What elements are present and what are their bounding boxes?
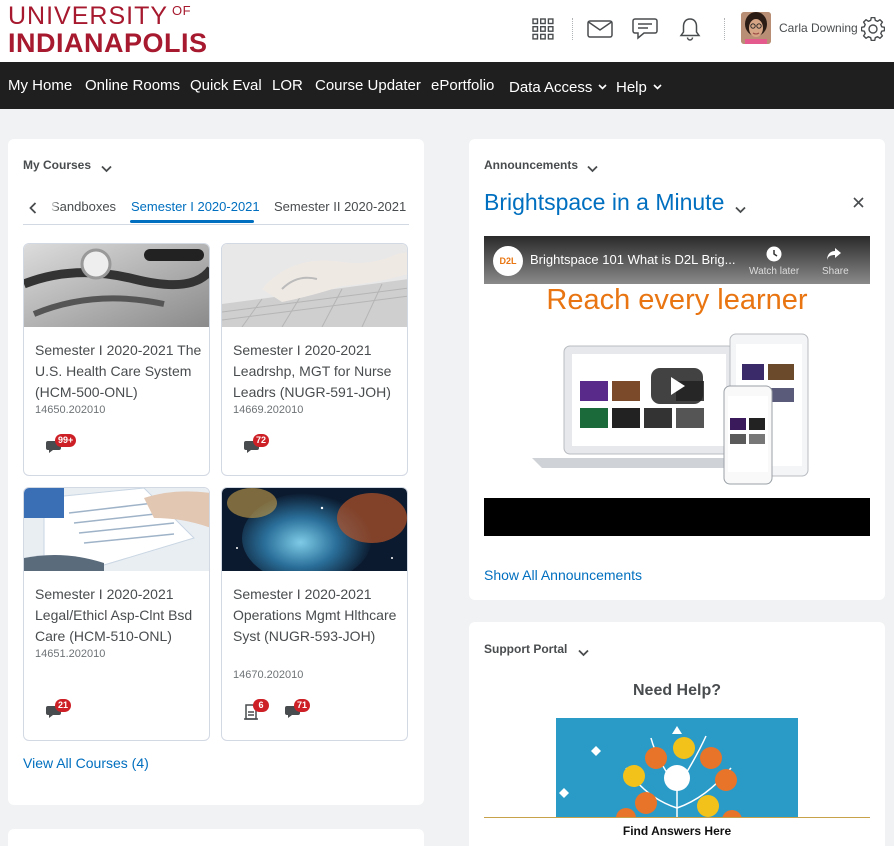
- nav-course-updater[interactable]: Course Updater: [315, 77, 421, 94]
- video-topbar: D2L Brightspace 101 What is D2L Brig... …: [484, 236, 870, 284]
- video-caption: Brightspace 101 What is D2L Brig...: [530, 252, 736, 267]
- announcement-video[interactable]: Reach every learner D2L Brightspace 101 …: [484, 236, 870, 536]
- course-card[interactable]: Semester I 2020-2021 Legal/Ethicl Asp-Cl…: [23, 487, 210, 741]
- tab-semester-1[interactable]: Semester I 2020-2021: [131, 199, 260, 214]
- notification-badge: 6: [253, 699, 269, 712]
- nav-online-rooms[interactable]: Online Rooms: [85, 77, 180, 94]
- discussion-notification[interactable]: 72: [244, 434, 274, 458]
- logo-line-1: UNIVERSITY OF: [8, 2, 192, 30]
- chevron-down-icon[interactable]: [735, 201, 746, 219]
- announcements-title: Announcements: [484, 158, 579, 172]
- assignment-notification[interactable]: 6: [244, 699, 274, 723]
- active-tab-indicator: [130, 220, 254, 223]
- course-code: 14651.202010: [35, 648, 106, 660]
- nav-lor[interactable]: LOR: [272, 77, 303, 94]
- main-navbar: My Home Online Rooms Quick Eval LOR Cour…: [0, 62, 894, 109]
- nav-help[interactable]: Help: [616, 77, 662, 96]
- semester-tabs: Sandboxes Semester I 2020-2021 Semester …: [23, 190, 409, 225]
- course-title: Semester I 2020-2021 Legal/Ethicl Asp-Cl…: [35, 586, 193, 644]
- course-title: Semester I 2020-2021 The U.S. Health Car…: [35, 342, 202, 400]
- top-header: UNIVERSITY OF INDIANAPOLIS Carla Downing: [0, 0, 894, 62]
- nav-quick-eval[interactable]: Quick Eval: [190, 77, 262, 94]
- show-all-announcements-link[interactable]: Show All Announcements: [484, 567, 642, 583]
- course-card[interactable]: Semester I 2020-2021 Leadrshp, MGT for N…: [221, 243, 408, 476]
- chevron-down-icon[interactable]: [101, 160, 112, 178]
- discussion-notification[interactable]: 71: [285, 699, 315, 723]
- nav-data-access[interactable]: Data Access: [509, 77, 607, 96]
- d2l-logo: D2L: [493, 246, 523, 276]
- tab-sandboxes-label: Sandboxes: [51, 199, 117, 214]
- course-image-clipboard: [24, 488, 209, 571]
- discussion-notification[interactable]: 21: [46, 699, 76, 723]
- nav-eportfolio[interactable]: ePortfolio: [431, 77, 494, 94]
- clock-icon[interactable]: [766, 246, 782, 267]
- chat-icon[interactable]: [630, 14, 660, 44]
- course-code: 14650.202010: [35, 404, 106, 416]
- notification-badge: 99+: [55, 434, 77, 447]
- discussion-notification[interactable]: 99+: [46, 434, 77, 458]
- course-title: Semester I 2020-2021 Leadrshp, MGT for N…: [233, 342, 392, 400]
- header-separator: [724, 18, 725, 40]
- user-name[interactable]: Carla Downing: [779, 21, 858, 35]
- tab-semester-2[interactable]: Semester II 2020-2021: [274, 199, 406, 214]
- support-portal-title: Support Portal: [484, 642, 568, 656]
- view-all-courses-link[interactable]: View All Courses (4): [23, 755, 149, 771]
- mail-icon[interactable]: [585, 14, 615, 44]
- nav-data-access-label: Data Access: [509, 79, 593, 96]
- university-logo[interactable]: UNIVERSITY OF INDIANAPOLIS: [8, 4, 208, 57]
- announcement-item-title[interactable]: Brightspace in a Minute: [484, 189, 724, 216]
- course-card[interactable]: Semester I 2020-2021 The U.S. Health Car…: [23, 243, 210, 476]
- share-label[interactable]: Share: [822, 266, 849, 277]
- close-icon[interactable]: [853, 195, 864, 213]
- header-separator: [572, 18, 573, 40]
- gear-icon[interactable]: [858, 14, 888, 44]
- need-help-heading: Need Help?: [632, 682, 721, 699]
- course-code: 14670.202010: [233, 669, 304, 681]
- avatar[interactable]: [741, 12, 771, 44]
- watch-later-label[interactable]: Watch later: [749, 266, 799, 277]
- course-image-nebula: [222, 488, 407, 571]
- course-code: 14669.202010: [233, 404, 304, 416]
- notification-badge: 72: [253, 434, 270, 447]
- course-card[interactable]: Semester I 2020-2021 Operations Mgmt Hlt…: [221, 487, 408, 741]
- course-image-stethoscope: [24, 244, 209, 327]
- notification-badge: 71: [294, 699, 311, 712]
- share-icon[interactable]: [826, 247, 842, 266]
- course-image-keyboard: [222, 244, 407, 327]
- nav-my-home[interactable]: My Home: [8, 77, 72, 94]
- waffle-icon[interactable]: [528, 14, 558, 44]
- notification-badge: 21: [55, 699, 72, 712]
- chevron-down-icon[interactable]: [578, 644, 589, 662]
- my-courses-title: My Courses: [23, 158, 92, 172]
- tab-sandboxes[interactable]: Sandboxes: [49, 190, 127, 224]
- chevron-left-icon[interactable]: [29, 201, 37, 219]
- chevron-down-icon[interactable]: [587, 160, 598, 178]
- course-title: Semester I 2020-2021 Operations Mgmt Hlt…: [233, 586, 397, 644]
- nav-help-label: Help: [616, 79, 647, 96]
- bell-icon[interactable]: [675, 14, 705, 44]
- find-answers-button[interactable]: Find Answers Here: [484, 817, 870, 846]
- tab-fade: [49, 190, 59, 224]
- chevron-down-icon: [653, 77, 662, 94]
- chevron-down-icon: [598, 77, 607, 94]
- logo-line-2: INDIANAPOLIS: [8, 28, 208, 58]
- secondary-widget: [8, 829, 424, 846]
